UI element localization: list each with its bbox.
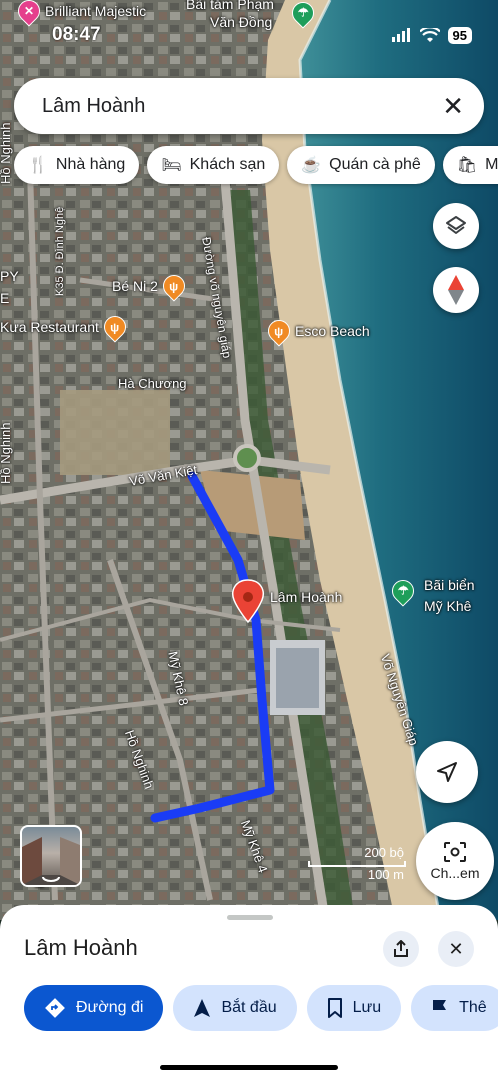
chip-label: Khách sạn: [189, 156, 266, 173]
restaurant-icon: ψ: [158, 270, 190, 302]
poi-esco-beach[interactable]: ψ Esco Beach: [263, 315, 370, 347]
restaurant-icon: ψ: [99, 311, 131, 343]
layers-icon: [446, 216, 466, 234]
action-buttons: Đường đi Bắt đầu Lưu Thê: [24, 985, 498, 1031]
action-label: Bắt đầu: [221, 999, 277, 1016]
place-title: Lâm Hoành: [24, 935, 138, 960]
close-icon: ✕: [448, 938, 464, 959]
place-sheet: Lâm Hoành ✕ Đường đi Bắt đầu Lưu Thê: [0, 905, 498, 1080]
action-label: Lưu: [352, 999, 382, 1016]
close-sheet-button[interactable]: ✕: [438, 931, 474, 967]
chip-label: Mu: [485, 156, 498, 173]
road-label: Hồ Nghinh: [0, 422, 13, 484]
poi-label: PY: [0, 268, 19, 284]
maps-screen: ✕ Brilliant Majestic Bãi tắm Phạm Văn Đồ…: [0, 0, 498, 1080]
poi-label: Bãi biển: [424, 577, 475, 593]
directions-icon: [45, 998, 65, 1018]
poi-label: Mỹ Khê: [424, 598, 472, 614]
poi-bai-bien-my-khe[interactable]: ☂: [387, 575, 419, 607]
sheet-drag-handle[interactable]: [227, 915, 273, 920]
status-bar: 08:47 95: [0, 0, 498, 60]
close-icon[interactable]: ✕: [442, 91, 464, 122]
directions-button[interactable]: Đường đi: [24, 985, 164, 1031]
search-bar[interactable]: Lâm Hoành ✕: [14, 78, 484, 134]
road-label: K35 Đ. Đình Nghệ: [54, 206, 66, 296]
my-location-button[interactable]: [416, 741, 478, 803]
selected-place-label: Lâm Hoành: [270, 589, 343, 605]
battery-icon: 95: [447, 26, 472, 44]
poi-label: Bé Ni 2: [112, 278, 158, 294]
status-time: 08:47: [52, 24, 101, 45]
wifi-icon: [419, 27, 440, 42]
flag-icon: [433, 1000, 447, 1017]
poi-label: Esco Beach: [295, 323, 370, 339]
poi-kua-restaurant[interactable]: Kưa Restaurant ψ: [0, 311, 131, 343]
share-icon: [394, 940, 408, 957]
bookmark-icon: [327, 998, 342, 1018]
poi-label: Kưa Restaurant: [0, 319, 99, 335]
layers-button[interactable]: [433, 203, 479, 249]
signal-icon: [391, 28, 410, 42]
street-view-thumbnail[interactable]: [20, 825, 82, 887]
cafe-icon: ☕: [301, 157, 322, 174]
lens-label: Ch...em: [430, 865, 480, 881]
map-scale: 200 bộ 100 m: [308, 845, 406, 883]
navigation-arrow-icon: [194, 999, 211, 1017]
chip-label: Nhà hàng: [55, 156, 126, 173]
navigation-arrow-icon: [437, 762, 457, 782]
lens-button[interactable]: Ch...em: [416, 822, 494, 900]
compass-icon: [448, 275, 464, 305]
chip-label: Quán cà phê: [329, 156, 421, 173]
poi-label: E: [0, 290, 10, 306]
poi-be-ni[interactable]: Bé Ni 2 ψ: [112, 270, 190, 302]
restaurant-icon: ψ: [263, 315, 295, 347]
save-button[interactable]: Lưu: [306, 985, 402, 1031]
camera-lens-icon: [444, 842, 466, 862]
chip-hotels[interactable]: 🛏 Khách sạn: [147, 146, 280, 184]
poi-label: Hà Chương: [118, 376, 187, 391]
beach-icon: ☂: [387, 575, 419, 607]
share-button[interactable]: [383, 931, 419, 967]
action-label: Thê: [459, 999, 487, 1016]
label-button[interactable]: Thê: [411, 985, 498, 1031]
search-query[interactable]: Lâm Hoành: [42, 95, 145, 118]
chip-restaurants[interactable]: 🍴 Nhà hàng: [14, 146, 140, 184]
chip-shopping[interactable]: 🛍 Mu: [442, 146, 498, 184]
category-chips: 🍴 Nhà hàng 🛏 Khách sạn ☕ Quán cà phê 🛍 M…: [14, 146, 498, 184]
street-view-image: [22, 837, 80, 885]
hotel-icon: 🛏: [161, 157, 182, 174]
compass-button[interactable]: [433, 267, 479, 313]
scale-label-metric: 100 m: [367, 867, 404, 882]
road-label: Hồ Nghinh: [0, 122, 13, 184]
status-icons: 95: [391, 26, 472, 44]
shopping-bag-icon: 🛍: [456, 157, 478, 174]
restaurant-icon: 🍴: [28, 157, 48, 174]
home-indicator[interactable]: [160, 1065, 338, 1070]
scale-label-imperial: 200 bộ: [364, 845, 404, 860]
action-label: Đường đi: [76, 999, 144, 1016]
chip-cafes[interactable]: ☕ Quán cà phê: [287, 146, 435, 184]
start-button[interactable]: Bắt đầu: [173, 985, 297, 1031]
